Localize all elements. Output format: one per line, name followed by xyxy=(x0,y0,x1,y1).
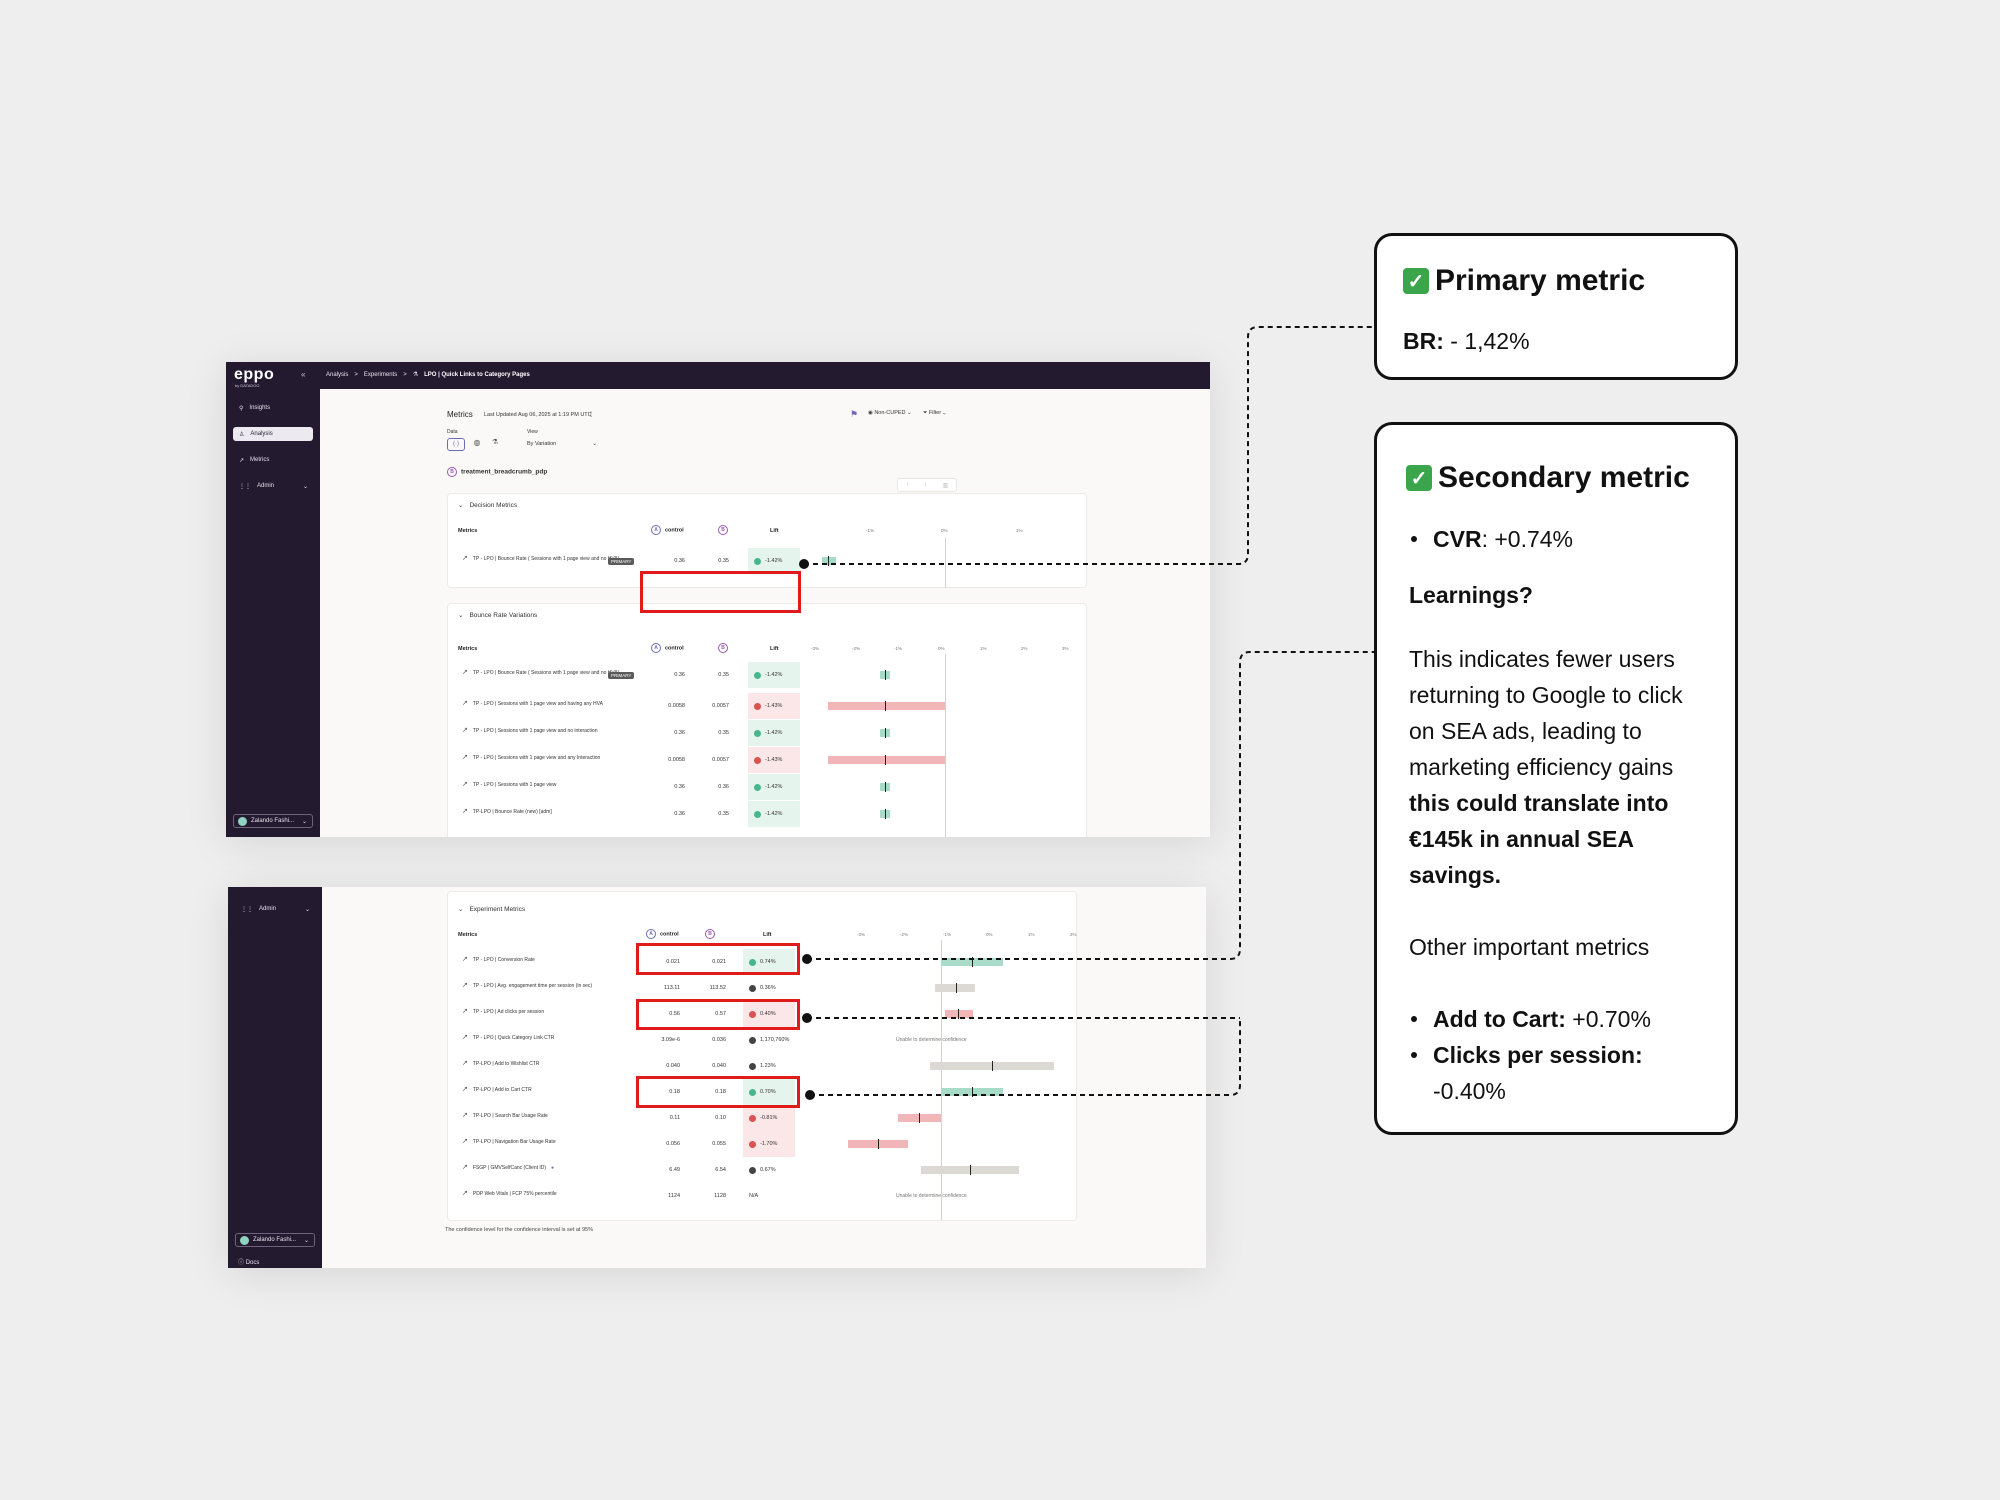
list-item: CVR: +0.74% xyxy=(1397,521,1717,557)
cvr-list: CVR: +0.74% xyxy=(1397,521,1717,557)
primary-metric-value: BR: - 1,42% xyxy=(1403,328,1530,354)
list-item: Clicks per session: -0.40% xyxy=(1397,1037,1717,1109)
other-metrics-list: Add to Cart: +0.70% Clicks per session: -… xyxy=(1397,1001,1717,1109)
learnings-text: This indicates fewer users returning to … xyxy=(1409,646,1683,888)
other-metrics-heading: Other important metrics xyxy=(1409,934,1650,960)
secondary-metric-callout: ✓ Secondary metric CVR: +0.74% Learnings?… xyxy=(1374,422,1738,1135)
check-icon: ✓ xyxy=(1403,268,1429,294)
primary-metric-callout: ✓ Primary metric BR: - 1,42% xyxy=(1374,233,1738,380)
learnings-heading: Learnings? xyxy=(1409,582,1533,608)
list-item: Add to Cart: +0.70% xyxy=(1397,1001,1717,1037)
callout-title: ✓ Primary metric xyxy=(1403,264,1645,298)
check-icon: ✓ xyxy=(1406,465,1432,491)
callout-title: ✓ Secondary metric xyxy=(1406,461,1690,495)
